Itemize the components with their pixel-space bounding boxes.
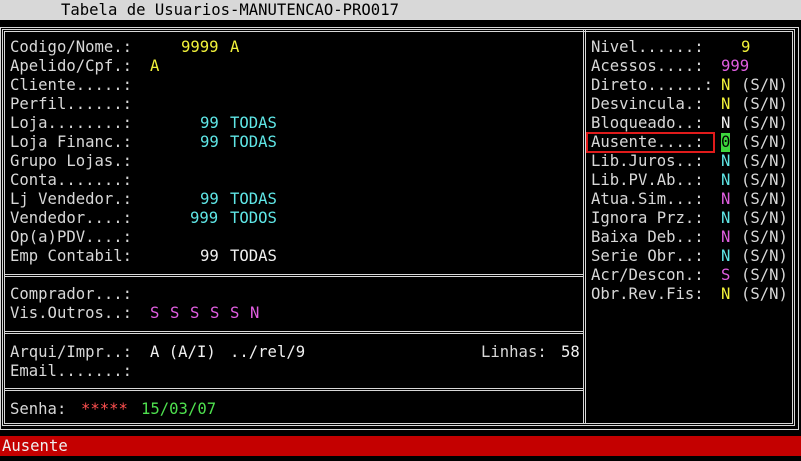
field-value-senha-date: 15/03/07 xyxy=(141,400,217,418)
flag-options-serie-obr: (S/N) xyxy=(741,247,788,265)
field-value-loja-financ[interactable]: 99 xyxy=(200,133,219,152)
field-label-comprador: Comprador...: xyxy=(10,285,133,303)
flag-value-desvincula[interactable]: N xyxy=(721,95,730,114)
field-value-codigo[interactable]: 9999 xyxy=(181,38,219,57)
section-divider-3 xyxy=(4,388,584,391)
flag-options-acr-descon: (S/N) xyxy=(741,266,788,284)
status-bar: Ausente xyxy=(0,436,801,456)
field-value-arquivo[interactable]: A (A/I) xyxy=(150,343,216,362)
flag-value-ignora-prz[interactable]: N xyxy=(721,209,730,228)
field-value-senha[interactable]: ***** xyxy=(81,400,128,419)
vis-outros-value-4[interactable]: S xyxy=(210,304,219,323)
field-value-vendedor[interactable]: 999 xyxy=(190,209,218,228)
flag-label-serie-obr: Serie Obr..: xyxy=(591,247,704,265)
field-value-nome[interactable]: A xyxy=(230,38,239,57)
flag-label-direto: Direto......: xyxy=(591,76,714,94)
flag-value-bloqueado[interactable]: N xyxy=(721,114,730,133)
vis-outros-value-5[interactable]: S xyxy=(230,304,239,323)
field-label-email: Email.......: xyxy=(10,362,133,380)
flag-options-bloqueado: (S/N) xyxy=(741,114,788,132)
field-label-apelido: Apelido/Cpf.: xyxy=(10,57,133,75)
flag-options-lib-pv-ab: (S/N) xyxy=(741,171,788,189)
field-value-acessos[interactable]: 999 xyxy=(721,57,749,76)
flag-options-ausente: (S/N) xyxy=(741,133,788,151)
flag-value-acr-descon[interactable]: S xyxy=(721,266,730,285)
field-label-cliente: Cliente.....: xyxy=(10,76,133,94)
field-label-codigo: Codigo/Nome.: xyxy=(10,38,133,56)
field-value-vendedor-desc: TODOS xyxy=(230,209,277,227)
flag-options-direto: (S/N) xyxy=(741,76,788,94)
field-value-loja-financ-desc: TODAS xyxy=(230,133,277,151)
flag-options-ignora-prz: (S/N) xyxy=(741,209,788,227)
field-value-lj-vendedor-desc: TODAS xyxy=(230,190,277,208)
field-value-lj-vendedor[interactable]: 99 xyxy=(200,190,219,209)
field-label-acessos: Acessos....: xyxy=(591,57,704,75)
vis-outros-value-2[interactable]: S xyxy=(170,304,179,323)
flag-options-lib-juros: (S/N) xyxy=(741,152,788,170)
vis-outros-value-3[interactable]: S xyxy=(190,304,199,323)
field-label-conta: Conta.......: xyxy=(10,171,133,189)
field-value-loja[interactable]: 99 xyxy=(200,114,219,133)
flag-label-lib-pv-ab: Lib.PV.Ab..: xyxy=(591,171,704,189)
field-value-nivel[interactable]: 9 xyxy=(741,38,750,57)
window-title: Tabela de Usuarios-MANUTENCAO-PRO017 xyxy=(61,1,399,19)
flag-label-desvincula: Desvincula.: xyxy=(591,95,704,113)
flag-label-acr-descon: Acr/Descon.: xyxy=(591,266,704,284)
flag-value-direto[interactable]: N xyxy=(721,76,730,95)
status-message: Ausente xyxy=(2,437,68,455)
flag-options-baixa-deb: (S/N) xyxy=(741,228,788,246)
flag-value-ausente[interactable]: 0 xyxy=(721,133,731,152)
flag-value-lib-pv-ab[interactable]: N xyxy=(721,171,730,190)
field-label-vis-outros: Vis.Outros..: xyxy=(10,304,133,322)
flag-label-baixa-deb: Baixa Deb..: xyxy=(591,228,704,246)
flag-value-obr-rev-fis[interactable]: N xyxy=(721,285,730,304)
flag-value-baixa-deb[interactable]: N xyxy=(721,228,730,247)
field-label-perfil: Perfil......: xyxy=(10,95,133,113)
field-label-vendedor: Vendedor....: xyxy=(10,209,133,227)
field-label-op-pdv: Op(a)PDV....: xyxy=(10,228,133,246)
title-bar: Tabela de Usuarios-MANUTENCAO-PRO017 xyxy=(0,0,801,20)
field-label-emp-contabil: Emp Contabil: xyxy=(10,247,133,265)
flag-label-atua-sim: Atua.Sim...: xyxy=(591,190,704,208)
column-divider xyxy=(583,30,586,424)
field-value-emp-contabil[interactable]: 99 xyxy=(200,247,219,266)
flag-options-atua-sim: (S/N) xyxy=(741,190,788,208)
field-value-loja-desc: TODAS xyxy=(230,114,277,132)
flag-label-ignora-prz: Ignora Prz.: xyxy=(591,209,704,227)
flag-label-ausente: Ausente....: xyxy=(591,133,704,151)
vis-outros-value-6[interactable]: N xyxy=(250,304,259,323)
field-label-nivel: Nivel......: xyxy=(591,38,704,56)
field-label-arquivo: Arqui/Impr..: xyxy=(10,343,133,361)
flag-label-obr-rev-fis: Obr.Rev.Fis: xyxy=(591,285,704,303)
vis-outros-value-1[interactable]: S xyxy=(150,304,159,323)
field-label-senha: Senha: xyxy=(10,400,67,418)
field-value-linhas[interactable]: 58 xyxy=(561,343,580,362)
section-divider-2 xyxy=(4,331,584,334)
field-value-emp-contabil-desc: TODAS xyxy=(230,247,277,265)
section-divider-1 xyxy=(4,274,584,277)
flag-options-obr-rev-fis: (S/N) xyxy=(741,285,788,303)
flag-label-lib-juros: Lib.Juros..: xyxy=(591,152,704,170)
flag-label-bloqueado: Bloqueado..: xyxy=(591,114,704,132)
field-value-path[interactable]: ../rel/9 xyxy=(230,343,305,362)
field-label-grupo-lojas: Grupo Lojas.: xyxy=(10,152,133,170)
flag-value-atua-sim[interactable]: N xyxy=(721,190,730,209)
field-label-linhas: Linhas: xyxy=(481,343,547,361)
flag-value-serie-obr[interactable]: N xyxy=(721,247,730,266)
field-label-lj-vendedor: Lj Vendedor.: xyxy=(10,190,133,208)
field-value-apelido[interactable]: A xyxy=(150,57,159,76)
field-label-loja: Loja........: xyxy=(10,114,133,132)
field-label-loja-financ: Loja Financ.: xyxy=(10,133,133,151)
flag-value-lib-juros[interactable]: N xyxy=(721,152,730,171)
flag-options-desvincula: (S/N) xyxy=(741,95,788,113)
